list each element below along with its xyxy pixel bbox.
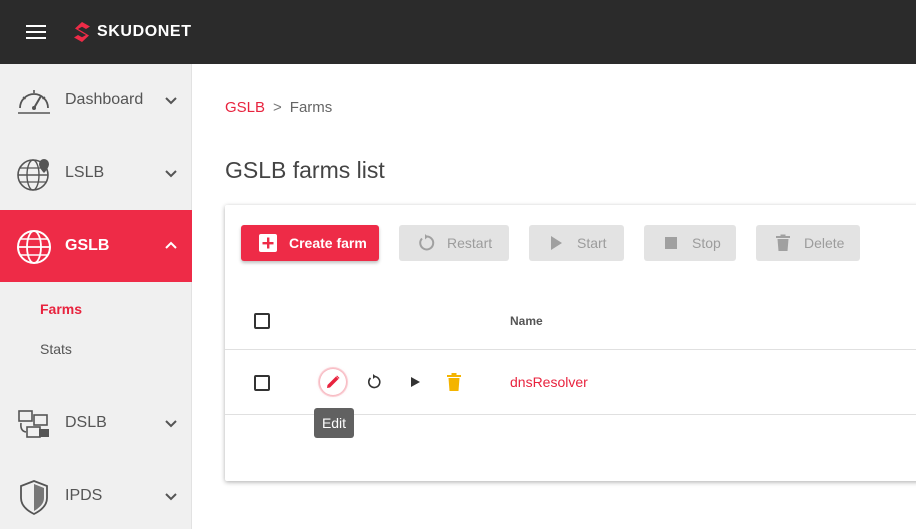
farms-table-card: Create farm Restart Start Stop Delete Na…: [225, 205, 916, 481]
dashboard-gauge-icon: [18, 90, 50, 114]
sidebar-subitem-stats[interactable]: Stats: [40, 341, 72, 357]
sidebar-item-label: LSLB: [65, 164, 105, 181]
sidebar-item-ipds[interactable]: IPDS: [0, 460, 192, 529]
breadcrumb-separator: >: [273, 99, 282, 116]
stop-icon: [665, 237, 677, 249]
row-start-button[interactable]: [403, 370, 427, 394]
hamburger-icon[interactable]: [26, 25, 46, 39]
breadcrumb: GSLB > Farms: [225, 99, 332, 116]
breadcrumb-current: Farms: [289, 99, 333, 116]
column-header-name[interactable]: Name: [510, 314, 543, 328]
restart-label: Restart: [447, 235, 493, 251]
edit-button[interactable]: [321, 370, 345, 394]
sidebar-item-gslb[interactable]: GSLB: [0, 210, 192, 282]
breadcrumb-gslb-link[interactable]: GSLB: [225, 99, 265, 116]
restart-icon: [419, 234, 435, 251]
add-box-icon: [259, 234, 277, 252]
shield-icon: [20, 480, 48, 516]
brand-name: SKUDONET: [97, 23, 192, 40]
chevron-down-icon: [165, 493, 177, 501]
trash-icon: [447, 373, 461, 391]
select-all-checkbox[interactable]: [254, 313, 270, 329]
brand-logo[interactable]: SKUDONET: [72, 21, 192, 43]
page-title: GSLB farms list: [225, 157, 385, 183]
globe-icon: [17, 230, 51, 264]
farm-name-link[interactable]: dnsResolver: [510, 374, 588, 390]
chevron-down-icon: [165, 170, 177, 178]
header-divider: [225, 349, 916, 350]
top-bar: SKUDONET: [0, 0, 916, 64]
restart-icon: [368, 374, 381, 389]
sidebar-item-dslb[interactable]: DSLB: [0, 387, 192, 459]
row-checkbox[interactable]: [254, 375, 270, 391]
globe-pin-icon: [17, 159, 49, 191]
skudonet-logo-icon: [74, 22, 90, 42]
sidebar-item-label: GSLB: [65, 237, 110, 254]
sidebar-item-label: Dashboard: [65, 91, 144, 108]
edit-tooltip: Edit: [314, 408, 354, 438]
sidebar-item-label: IPDS: [65, 487, 103, 504]
servers-icon: [18, 410, 49, 438]
row-restart-button[interactable]: [362, 370, 386, 394]
row-delete-button[interactable]: [442, 370, 466, 394]
chevron-down-icon: [165, 420, 177, 428]
create-farm-button[interactable]: Create farm: [241, 225, 379, 261]
start-label: Start: [577, 235, 607, 251]
stop-label: Stop: [692, 235, 721, 251]
sidebar-item-lslb[interactable]: LSLB: [0, 137, 192, 209]
edit-icon: [327, 375, 340, 388]
sidebar: Dashboard LSLB GSLB Farms Stats DSLB IPD…: [0, 64, 192, 529]
sidebar-item-label: DSLB: [65, 414, 107, 431]
create-farm-label: Create farm: [289, 235, 367, 251]
delete-label: Delete: [804, 235, 845, 251]
restart-button[interactable]: Restart: [399, 225, 509, 261]
sidebar-subitem-farms[interactable]: Farms: [40, 301, 82, 317]
stop-button[interactable]: Stop: [644, 225, 736, 261]
play-icon: [551, 236, 562, 250]
chevron-down-icon: [165, 97, 177, 105]
chevron-up-icon: [165, 241, 177, 249]
start-button[interactable]: Start: [529, 225, 624, 261]
sidebar-item-dashboard[interactable]: Dashboard: [0, 64, 192, 136]
delete-button[interactable]: Delete: [756, 225, 860, 261]
play-icon: [411, 377, 420, 387]
trash-icon: [776, 234, 790, 251]
